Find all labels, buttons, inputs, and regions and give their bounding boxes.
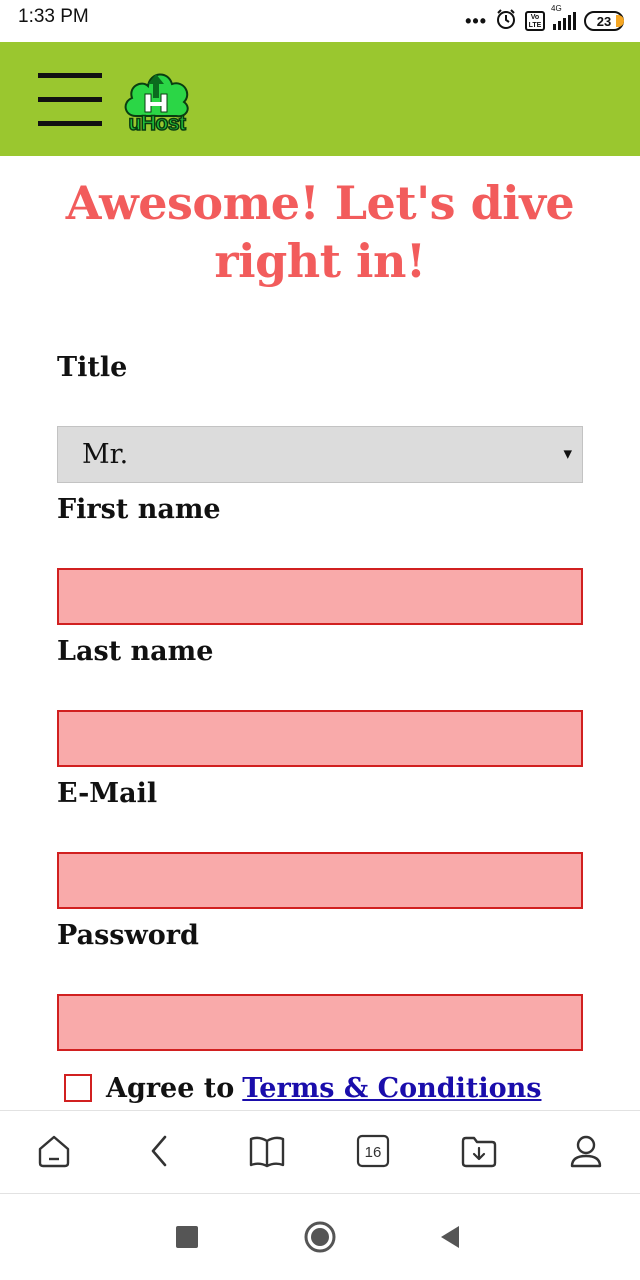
status-bar: 1:33 PM ••• Vo LTE 4G 23 (0, 0, 640, 42)
recents-icon[interactable] (167, 1217, 207, 1257)
title-select-value: Mr. (82, 439, 129, 470)
terms-row: Agree to Terms & Conditions (64, 1070, 541, 1106)
first-name-input[interactable] (57, 568, 583, 625)
title-label: Title (57, 352, 128, 383)
system-navigation-bar (0, 1195, 640, 1280)
email-input[interactable] (57, 852, 583, 909)
profile-icon[interactable] (566, 1131, 606, 1171)
first-name-label: First name (57, 494, 221, 525)
password-label: Password (57, 920, 199, 951)
uhost-logo[interactable]: uHost (118, 60, 194, 140)
email-label: E-Mail (57, 778, 158, 809)
battery-icon: 23 (584, 11, 624, 31)
more-notifications-icon: ••• (465, 11, 487, 31)
back-icon[interactable] (140, 1131, 180, 1171)
title-select[interactable]: Mr. ▾ (57, 426, 583, 483)
tabs-icon[interactable]: 16 (353, 1131, 393, 1171)
home-circle-icon[interactable] (300, 1217, 340, 1257)
status-icons: ••• Vo LTE 4G 23 (465, 4, 624, 35)
volte-icon: Vo LTE (525, 11, 545, 31)
browser-toolbar: 16 (0, 1110, 640, 1194)
last-name-label: Last name (57, 636, 214, 667)
bookmarks-icon[interactable] (247, 1131, 287, 1171)
logo-text: uHost (128, 111, 187, 136)
app-header: uHost (0, 42, 640, 156)
password-input[interactable] (57, 994, 583, 1051)
signal-icon: 4G (551, 4, 576, 30)
terms-link[interactable]: Terms & Conditions (242, 1073, 541, 1104)
last-name-input[interactable] (57, 710, 583, 767)
page-title: Awesome! Let's dive right in! (65, 176, 575, 288)
menu-icon[interactable] (38, 72, 104, 128)
terms-checkbox[interactable] (64, 1074, 92, 1102)
battery-level: 23 (596, 13, 612, 29)
agree-text: Agree to (106, 1072, 235, 1104)
alarm-icon (495, 8, 517, 35)
dropdown-arrow-icon: ▾ (563, 444, 572, 464)
status-time: 1:33 PM (18, 6, 89, 27)
network-type: 4G (551, 4, 562, 13)
back-triangle-icon[interactable] (430, 1217, 470, 1257)
home-icon[interactable] (34, 1131, 74, 1171)
tab-count: 16 (365, 1144, 382, 1161)
downloads-icon[interactable] (459, 1131, 499, 1171)
